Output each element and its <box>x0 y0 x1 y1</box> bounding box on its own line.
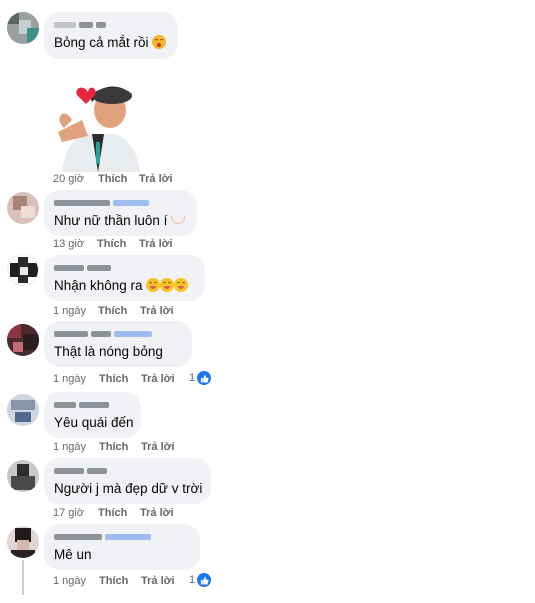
comment-bubble: Như nữ thần luôn í <box>44 190 197 236</box>
comment-text: Bỏng cả mắt rồi <box>54 34 167 52</box>
comment-text: Thật là nóng bỏng <box>54 343 181 361</box>
comment-actions: 1 ngày Thích Trả lời <box>53 441 175 453</box>
avatar[interactable] <box>7 324 39 356</box>
commenter-name-redacted[interactable] <box>54 19 167 31</box>
comment-time[interactable]: 1 ngày <box>53 373 99 385</box>
comment-actions: 1 ngày Thích Trả lời <box>53 305 174 317</box>
sticker-image <box>52 80 144 172</box>
avatar[interactable] <box>7 526 39 558</box>
thumbs-up-icon <box>197 371 212 385</box>
commenter-name-redacted[interactable] <box>54 465 200 477</box>
like-button[interactable]: Thích <box>99 373 141 385</box>
like-button[interactable]: Thích <box>99 575 141 587</box>
comment-text-content: Yêu quái đến <box>54 415 134 430</box>
reaction-count[interactable]: 1 <box>189 371 212 385</box>
comment-bubble: Yêu quái đến <box>44 392 141 438</box>
comment-actions: 13 giờ Thích Trả lời <box>53 238 173 250</box>
comment-text: Mê un <box>54 546 189 564</box>
commenter-name-redacted[interactable] <box>54 262 194 274</box>
comment-bubble: Thật là nóng bỏng <box>44 321 192 367</box>
comment-time[interactable]: 1 ngày <box>53 575 99 587</box>
comment-time[interactable]: 20 giờ <box>53 173 98 185</box>
comment-text: Như nữ thần luôn í <box>54 212 186 230</box>
grinning-face-icon <box>174 278 189 292</box>
commenter-name-redacted[interactable] <box>54 197 186 209</box>
comment-bubble: Bỏng cả mắt rồi <box>44 12 178 59</box>
avatar[interactable] <box>7 254 39 286</box>
comment-text-content: Bỏng cả mắt rồi <box>54 35 149 50</box>
comment-text-content: Như nữ thần luôn í <box>54 213 168 228</box>
reply-button[interactable]: Trả lời <box>139 173 173 185</box>
commenter-name-redacted[interactable] <box>54 399 130 411</box>
comment-text: Nhận không ra <box>54 277 194 295</box>
comment-actions: 17 giờ Thích Trả lời <box>53 507 174 519</box>
reaction-number: 1 <box>189 372 196 384</box>
reply-button[interactable]: Trả lời <box>139 238 173 250</box>
grinning-face-icon <box>146 278 161 292</box>
like-button[interactable]: Thích <box>97 238 139 250</box>
comment-time[interactable]: 17 giờ <box>53 507 98 519</box>
avatar[interactable] <box>7 394 39 426</box>
avatar[interactable] <box>7 12 39 44</box>
reply-button[interactable]: Trả lời <box>141 373 175 385</box>
thumbs-up-icon <box>197 573 212 587</box>
reaction-number: 1 <box>189 574 196 586</box>
comment-text: Yêu quái đến <box>54 414 134 432</box>
sticker-character-icon <box>52 80 144 172</box>
comment-bubble: Người j mà đẹp dữ v trời <box>44 458 211 504</box>
reaction-count[interactable]: 1 <box>189 573 212 587</box>
reply-button[interactable]: Trả lời <box>140 305 174 317</box>
comment-text-content: Người j mà đẹp dữ v trời <box>54 481 203 496</box>
comment-actions: 1 ngày Thích Trả lời <box>53 575 175 587</box>
like-button[interactable]: Thích <box>98 507 140 519</box>
like-button[interactable]: Thích <box>99 441 141 453</box>
grinning-face-icon <box>160 278 175 292</box>
comment-actions: 20 giờ Thích Trả lời <box>53 173 173 185</box>
heart-hands-icon <box>171 216 186 224</box>
comment-text: Người j mà đẹp dữ v trời <box>54 480 203 498</box>
comment-actions: 1 ngày Thích Trả lời <box>53 373 175 385</box>
comment-time[interactable]: 1 ngày <box>53 441 99 453</box>
avatar[interactable] <box>7 460 39 492</box>
comment-time[interactable]: 13 giờ <box>53 238 97 250</box>
comment-text-content: Nhận không ra <box>54 278 143 293</box>
comment-text-content: Thật là nóng bỏng <box>54 344 163 359</box>
reply-thread-line <box>22 560 24 595</box>
comment-bubble: Mê un <box>44 524 200 570</box>
reply-button[interactable]: Trả lời <box>141 441 175 453</box>
avatar[interactable] <box>7 192 39 224</box>
comment-bubble: Nhận không ra <box>44 255 205 301</box>
like-button[interactable]: Thích <box>98 173 139 185</box>
comment-text-content: Mê un <box>54 547 92 562</box>
comment-time[interactable]: 1 ngày <box>53 305 98 317</box>
commenter-name-redacted[interactable] <box>54 531 189 543</box>
reply-button[interactable]: Trả lời <box>140 507 174 519</box>
like-button[interactable]: Thích <box>98 305 140 317</box>
kissing-face-icon <box>152 35 167 49</box>
commenter-name-redacted[interactable] <box>54 328 181 340</box>
reply-button[interactable]: Trả lời <box>141 575 175 587</box>
